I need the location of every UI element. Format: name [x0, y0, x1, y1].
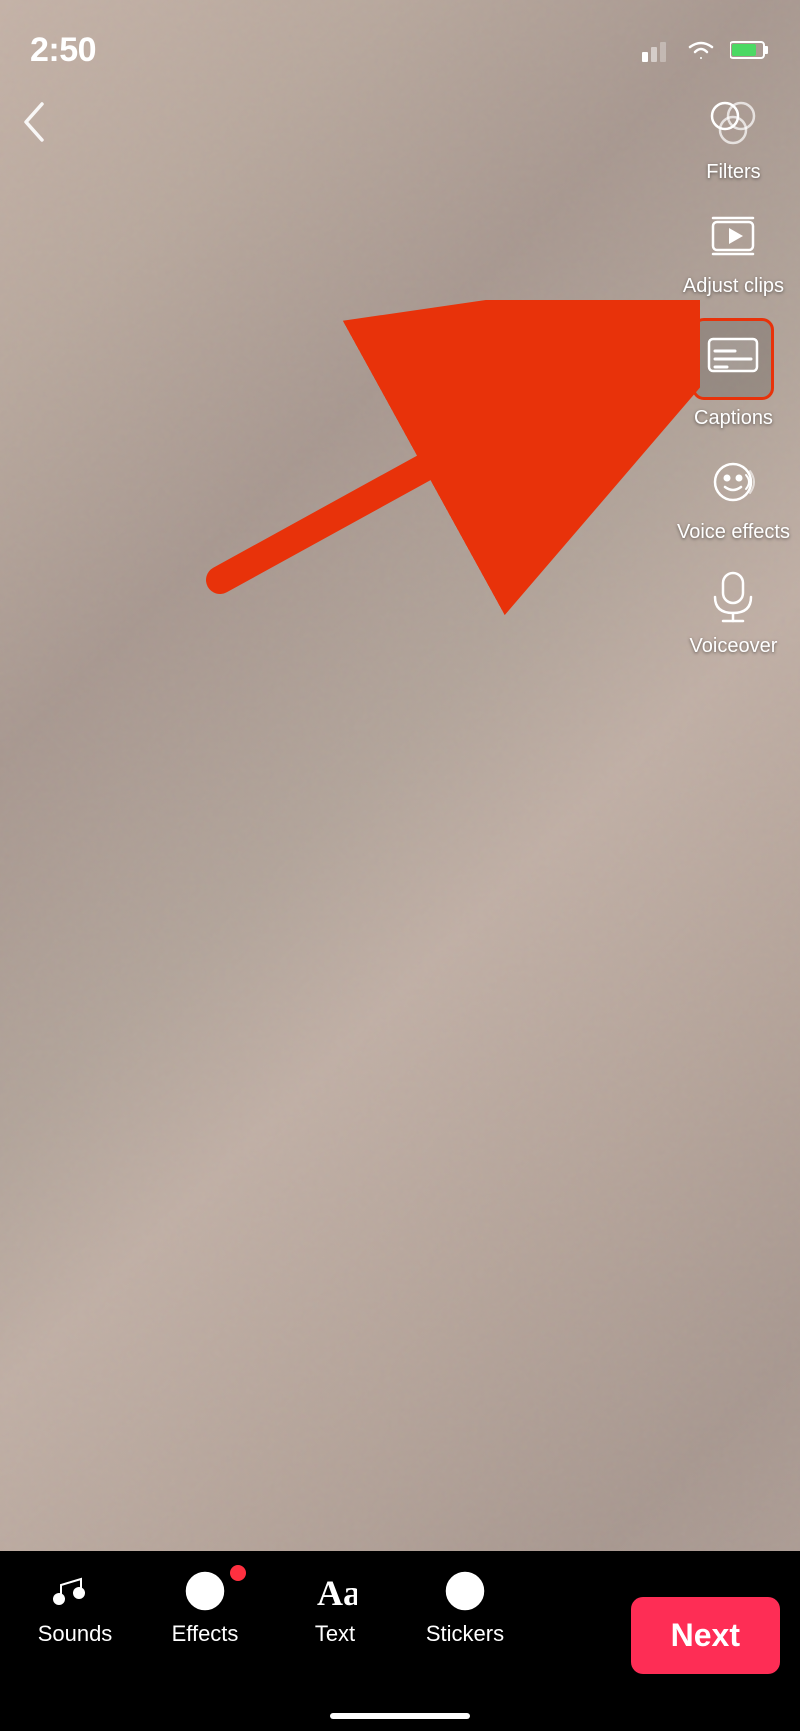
adjust-clips-tool[interactable]: Adjust clips	[683, 204, 784, 298]
nav-item-sounds[interactable]: Sounds	[10, 1569, 140, 1647]
svg-text:Aa: Aa	[317, 1573, 357, 1613]
voice-effects-tool[interactable]: Voice effects	[677, 450, 790, 544]
battery-icon	[730, 39, 770, 61]
nav-item-effects[interactable]: Effects	[140, 1569, 270, 1647]
filters-tool[interactable]: Filters	[688, 90, 778, 184]
sounds-icon	[53, 1569, 97, 1613]
status-icons	[642, 37, 770, 63]
adjust-clips-label: Adjust clips	[683, 274, 784, 298]
text-label: Text	[315, 1621, 355, 1647]
effects-label: Effects	[172, 1621, 239, 1647]
captions-highlight	[692, 318, 774, 400]
filters-icon	[701, 90, 765, 154]
sounds-label: Sounds	[38, 1621, 113, 1647]
captions-icon	[701, 327, 765, 391]
back-button[interactable]	[20, 100, 48, 154]
voice-effects-icon	[701, 450, 765, 514]
home-indicator	[330, 1713, 470, 1719]
signal-icon	[642, 38, 672, 62]
voice-effects-label: Voice effects	[677, 520, 790, 544]
stickers-icon	[443, 1569, 487, 1613]
bottom-navigation: Sounds Effects Aa Text	[0, 1551, 800, 1731]
captions-label: Captions	[694, 406, 773, 430]
voiceover-label: Voiceover	[690, 634, 778, 658]
next-button[interactable]: Next	[631, 1597, 780, 1674]
status-time: 2:50	[30, 31, 96, 70]
voiceover-tool[interactable]: Voiceover	[688, 564, 778, 658]
nav-item-stickers[interactable]: Stickers	[400, 1569, 530, 1647]
stickers-label: Stickers	[426, 1621, 504, 1647]
status-bar: 2:50	[0, 0, 800, 80]
wifi-icon	[684, 37, 718, 63]
nav-item-text[interactable]: Aa Text	[270, 1569, 400, 1647]
voiceover-icon	[701, 564, 765, 628]
nav-items: Sounds Effects Aa Text	[0, 1569, 611, 1647]
right-toolbar: Filters Adjust clips Capti	[677, 90, 790, 658]
text-icon: Aa	[313, 1569, 357, 1613]
effects-badge	[230, 1565, 246, 1581]
captions-tool[interactable]: Captions	[688, 318, 778, 430]
effects-icon	[183, 1569, 227, 1613]
filters-label: Filters	[706, 160, 760, 184]
adjust-clips-icon	[701, 204, 765, 268]
